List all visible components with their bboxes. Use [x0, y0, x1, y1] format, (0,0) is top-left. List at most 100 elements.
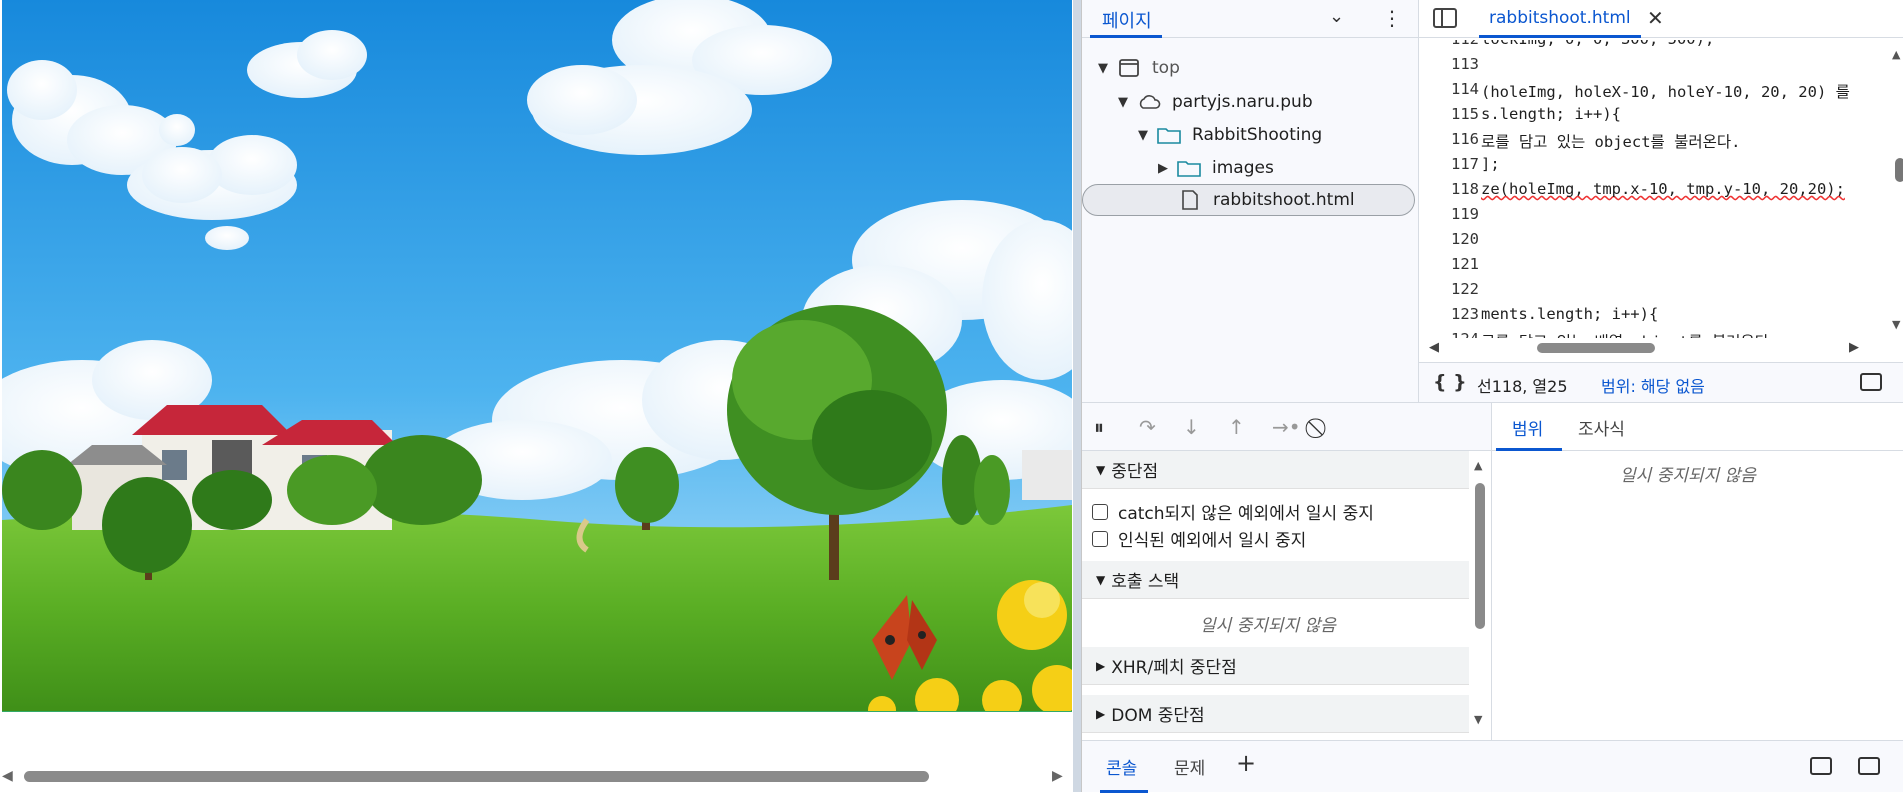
page-horizontal-scrollbar[interactable]: ◀ ▶ [0, 766, 1073, 786]
line-number[interactable]: 122 [1419, 280, 1479, 298]
line-number[interactable]: 121 [1419, 255, 1479, 273]
tree-item-file-rabbitshoot[interactable]: rabbitshoot.html [1082, 184, 1415, 216]
line-number[interactable]: 117 [1419, 155, 1479, 173]
pause-icon[interactable]: ⏸ [1094, 415, 1104, 439]
code-line[interactable]: 120 [1419, 230, 1889, 255]
line-number[interactable]: 112 [1419, 40, 1479, 48]
devtools-resize-handle[interactable] [1073, 0, 1081, 792]
line-number[interactable]: 114 [1419, 80, 1479, 98]
pretty-print-button[interactable]: { } [1433, 371, 1467, 393]
tree-item-folder-images[interactable]: ▶ images [1158, 152, 1274, 184]
code-line[interactable]: 116 로를 담고 있는 object를 불러온다. [1419, 130, 1889, 155]
scroll-right-arrow-icon[interactable]: ▶ [1052, 768, 1063, 784]
expanded-triangle-icon[interactable]: ▼ [1138, 128, 1156, 143]
scope-link[interactable]: 범위: 해당 없음 [1601, 373, 1705, 397]
step-out-icon[interactable]: ↑ [1228, 415, 1245, 439]
cursor-position: 선118, 열25 [1477, 377, 1568, 396]
checkbox[interactable] [1092, 530, 1108, 547]
checkbox-label: catch되지 않은 예외에서 일시 중지 [1118, 504, 1374, 524]
code-line[interactable]: 122 [1419, 280, 1889, 305]
code-line[interactable]: 114 (holeImg, holeX-10, holeY-10, 20, 20)… [1419, 80, 1889, 105]
checkbox-pause-uncaught[interactable]: catch되지 않은 예외에서 일시 중지 [1092, 499, 1374, 524]
debugger-toolbar: ⏸ ↷ ↓ ↑ →• ⃠ [1082, 403, 1491, 451]
line-number[interactable]: 123 [1419, 305, 1479, 323]
call-stack-empty: 일시 중지되지 않음 [1200, 616, 1336, 636]
code-line[interactable]: 112lockImg, 0, 0, 300, 500); [1419, 40, 1889, 55]
tab-issues[interactable]: 문제 [1174, 754, 1205, 779]
close-icon[interactable]: ✕ [1647, 6, 1664, 30]
scroll-right-arrow-icon[interactable]: ▶ [1849, 340, 1859, 355]
code-text: s.length; i++){ [1481, 105, 1621, 123]
close-drawer-icon[interactable] [1858, 757, 1880, 775]
tree-item-domain[interactable]: ▼ partyjs.naru.pub [1118, 86, 1313, 118]
checkbox[interactable] [1092, 503, 1108, 520]
code-line[interactable]: 118 ze(holeImg, tmp.x-10, tmp.y-10, 20,20… [1419, 180, 1889, 205]
code-line[interactable]: 124로를 담고 있는 배열 object를 불러온다 [1419, 330, 1889, 338]
step-icon[interactable]: →• [1272, 415, 1301, 439]
code-vertical-scrollbar[interactable]: ▲ ▼ [1892, 40, 1903, 340]
code-text: ments.length; i++){ [1481, 305, 1659, 323]
tab-console[interactable]: 콘솔 [1106, 754, 1137, 779]
section-xhr-breakpoints[interactable]: ▶ XHR/페치 중단점 [1082, 647, 1469, 685]
page-viewport: ◀ ▶ [0, 0, 1073, 792]
scrollbar-thumb[interactable] [1895, 158, 1903, 182]
scroll-left-arrow-icon[interactable]: ◀ [2, 768, 13, 784]
code-line[interactable]: 121 [1419, 255, 1889, 280]
debugger-vertical-scrollbar[interactable]: ▲ ▼ [1469, 451, 1491, 741]
line-number[interactable]: 113 [1419, 55, 1479, 73]
line-number[interactable]: 120 [1419, 230, 1479, 248]
line-number[interactable]: 124 [1419, 330, 1479, 338]
dock-drawer-icon[interactable] [1810, 757, 1832, 775]
code-line[interactable]: 123 ments.length; i++){ [1419, 305, 1889, 330]
line-number[interactable]: 118 [1419, 180, 1479, 198]
show-drawer-icon[interactable] [1860, 373, 1882, 391]
section-title: 중단점 [1111, 462, 1159, 482]
active-tab-indicator [1090, 35, 1162, 38]
scroll-down-arrow-icon[interactable]: ▼ [1892, 318, 1900, 331]
line-number[interactable]: 116 [1419, 130, 1479, 148]
scroll-left-arrow-icon[interactable]: ◀ [1429, 340, 1439, 355]
tab-scope[interactable]: 범위 [1512, 415, 1543, 440]
step-over-icon[interactable]: ↷ [1139, 415, 1156, 439]
code-line[interactable]: 113 [1419, 55, 1889, 80]
scroll-down-arrow-icon[interactable]: ▼ [1474, 713, 1482, 726]
file-icon [1177, 189, 1203, 211]
more-options-icon[interactable]: ⋮ [1382, 6, 1402, 30]
step-into-icon[interactable]: ↓ [1183, 415, 1200, 439]
tree-item-folder-rabbitshooting[interactable]: ▼ RabbitShooting [1138, 119, 1322, 151]
landscape-image [2, 0, 1072, 711]
scrollbar-thumb[interactable] [1475, 483, 1485, 629]
add-tab-icon[interactable]: + [1236, 749, 1256, 777]
tree-item-label: rabbitshoot.html [1213, 190, 1355, 210]
tab-page[interactable]: 페이지 [1102, 7, 1152, 33]
scrollbar-thumb[interactable] [24, 771, 929, 782]
tree-item-label: partyjs.naru.pub [1172, 92, 1313, 112]
code-line[interactable]: 117]; [1419, 155, 1889, 180]
checkbox-pause-caught[interactable]: 인식된 예외에서 일시 중지 [1092, 526, 1306, 551]
expanded-triangle-icon[interactable]: ▼ [1098, 61, 1116, 76]
scroll-up-arrow-icon[interactable]: ▲ [1892, 48, 1900, 61]
tree-item-top[interactable]: ▼ top [1098, 52, 1180, 84]
scroll-up-arrow-icon[interactable]: ▲ [1474, 459, 1482, 472]
collapsed-triangle-icon[interactable]: ▶ [1158, 161, 1176, 176]
game-canvas[interactable] [2, 0, 1072, 712]
line-number[interactable]: 119 [1419, 205, 1479, 223]
chevron-down-icon[interactable]: ⌄ [1329, 6, 1344, 27]
expanded-triangle-icon[interactable]: ▼ [1118, 95, 1136, 110]
section-dom-breakpoints[interactable]: ▶ DOM 중단점 [1082, 695, 1469, 733]
cloud-icon [1136, 91, 1162, 113]
toggle-navigator-icon[interactable] [1433, 8, 1457, 28]
folder-icon [1176, 157, 1202, 179]
section-call-stack[interactable]: ▼ 호출 스택 [1082, 561, 1469, 599]
section-breakpoints[interactable]: ▼ 중단점 [1082, 451, 1469, 489]
tab-rabbitshoot-html[interactable]: rabbitshoot.html [1479, 0, 1641, 38]
line-number[interactable]: 115 [1419, 105, 1479, 123]
code-area[interactable]: 112lockImg, 0, 0, 300, 500);113 114(holeI… [1419, 40, 1894, 338]
code-line[interactable]: 115 s.length; i++){ [1419, 105, 1889, 130]
code-line[interactable]: 119 [1419, 205, 1889, 230]
code-horizontal-scrollbar[interactable]: ◀ ▶ [1419, 338, 1903, 360]
tab-watch[interactable]: 조사식 [1578, 415, 1625, 440]
source-editor: rabbitshoot.html ✕ 112lockImg, 0, 0, 300… [1419, 0, 1903, 402]
scrollbar-thumb[interactable] [1537, 343, 1655, 353]
code-text: (holeImg, holeX-10, holeY-10, 20, 20) 를 [1481, 83, 1850, 101]
